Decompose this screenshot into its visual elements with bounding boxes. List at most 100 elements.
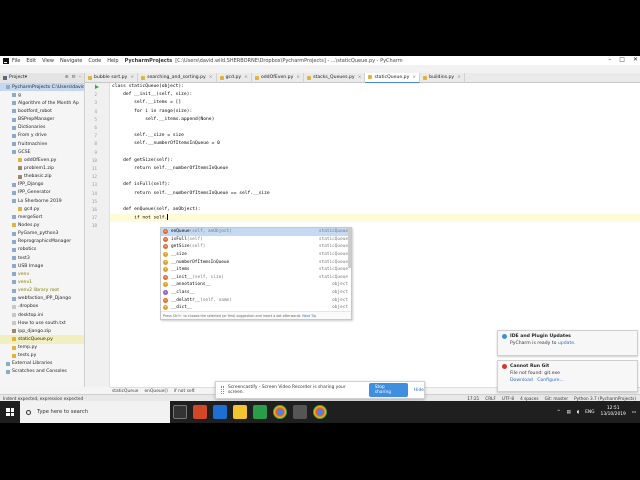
tree-file[interactable]: thebasic.zip (0, 173, 84, 181)
volume-icon[interactable]: ◖ (577, 410, 579, 415)
tree-folder[interactable]: External Libraries (0, 360, 84, 368)
update-link[interactable]: update. (558, 341, 576, 346)
tree-folder[interactable]: webfaction_IPP_Django (0, 295, 84, 303)
tree-file[interactable]: gcd.py (0, 205, 84, 213)
start-button[interactable] (0, 401, 20, 423)
close-tab-icon[interactable]: × (209, 75, 213, 80)
status-widget[interactable]: 4 spaces (520, 396, 538, 401)
status-widget[interactable]: 17:21 (467, 396, 479, 401)
tree-folder[interactable]: robotics (0, 246, 84, 254)
chrome-icon[interactable] (273, 405, 287, 419)
autocomplete-item[interactable]: m getSize (self) staticQueue (161, 243, 351, 251)
status-widget[interactable]: Git: master (545, 396, 569, 401)
tree-file[interactable]: staticQueue.py (0, 335, 84, 344)
tree-folder[interactable]: fruitmachine (0, 140, 84, 148)
run-gutter-icon[interactable] (95, 85, 99, 89)
autocomplete-item[interactable]: p __class__ object (161, 289, 351, 297)
status-widget[interactable]: CRLF (485, 396, 496, 401)
chevron-down-icon[interactable]: ▾ (25, 75, 27, 80)
menu-view[interactable]: View (42, 58, 54, 64)
tree-file[interactable]: Nodes.py (0, 221, 84, 229)
breadcrumb-item[interactable]: if not self. (174, 389, 196, 394)
hide-button[interactable]: Hide (414, 388, 424, 393)
chrome-icon[interactable] (313, 405, 327, 419)
drag-handle-icon[interactable] (221, 386, 224, 394)
project-tool-tab[interactable]: Project ▾ ⊕ ⚙ – (0, 72, 85, 83)
minimize-icon[interactable]: – (608, 56, 611, 63)
tree-folder[interactable]: bootford_robot (0, 107, 84, 115)
autocomplete-item[interactable]: f __size staticQueue (161, 251, 351, 259)
close-icon[interactable]: ✕ (633, 56, 638, 63)
tree-folder[interactable]: USB Image (0, 262, 84, 270)
tree-folder[interactable]: BSPrepManager (0, 116, 84, 124)
editor-tab[interactable]: gcd.py × (217, 72, 252, 83)
close-tab-icon[interactable]: × (244, 75, 248, 80)
tree-file[interactable]: temp.py (0, 344, 84, 352)
maximize-icon[interactable]: □ (619, 56, 625, 63)
pycharm-taskbar-icon[interactable] (253, 405, 267, 419)
editor-tab[interactable]: buildins.py × (420, 72, 465, 83)
autocomplete-item[interactable]: f __items staticQueue (161, 266, 351, 274)
file-explorer-icon[interactable] (233, 405, 247, 419)
notification-updates[interactable]: IDE and Plugin Updates PyCharm is ready … (497, 330, 638, 356)
autocomplete-item[interactable]: f __annotations__ object (161, 281, 351, 289)
tree-folder[interactable]: ReprographicsManager (0, 238, 84, 246)
editor-tab[interactable]: bubble sort.py × (85, 72, 139, 83)
tree-folder[interactable]: From y drive (0, 132, 84, 140)
menu-help[interactable]: Help (107, 58, 118, 64)
configure-link[interactable]: Configure... (537, 378, 564, 383)
tree-file[interactable]: .dropbox (0, 303, 84, 311)
status-widget[interactable]: UTF-8 (502, 396, 514, 401)
close-tab-icon[interactable]: × (358, 75, 362, 80)
tree-folder[interactable]: test3 (0, 254, 84, 262)
tree-folder[interactable]: venv1 (0, 278, 84, 286)
close-tab-icon[interactable]: × (457, 75, 461, 80)
gear-icon[interactable]: ⚙ (72, 75, 76, 80)
autocomplete-item[interactable]: m enQueue (self, anObject) staticQueue (161, 228, 351, 236)
autocomplete-scrollbar[interactable] (348, 228, 351, 268)
autocomplete-item[interactable]: m isFull (self) staticQueue (161, 236, 351, 244)
taskbar-search[interactable]: Type here to search (20, 401, 170, 423)
app-icon[interactable] (293, 405, 307, 419)
editor-tab[interactable]: searching_and_sorting.py × (138, 72, 217, 83)
breadcrumb-item[interactable]: enQueue() (144, 389, 167, 394)
clock[interactable]: 12:51 13/10/2019 (601, 406, 626, 418)
tree-folder[interactable]: PyGame_python3 (0, 230, 84, 238)
notifications-icon[interactable]: ▭ (632, 410, 636, 415)
language-indicator[interactable]: ENG (585, 410, 594, 415)
hide-panel-icon[interactable]: – (79, 75, 81, 80)
close-tab-icon[interactable]: × (130, 75, 134, 80)
menu-navigate[interactable]: Navigate (60, 58, 82, 64)
menu-edit[interactable]: Edit (26, 58, 36, 64)
tree-folder[interactable]: Lo Sherborne 2019 (0, 197, 84, 205)
menu-file[interactable]: File (12, 58, 20, 64)
tree-file[interactable]: desktop.ini (0, 311, 84, 319)
chevron-up-icon[interactable]: ^ (557, 410, 561, 415)
tree-folder[interactable]: Algorithm of the Month Ap (0, 99, 84, 107)
network-icon[interactable]: ▤ (567, 410, 571, 415)
tree-folder[interactable]: g (0, 91, 84, 99)
dropbox-icon[interactable] (213, 405, 227, 419)
tree-folder[interactable]: Dictionaries (0, 124, 84, 132)
tree-file[interactable]: oddOfEven.py (0, 156, 84, 164)
notification-git[interactable]: Cannot Run Git File not found: git.exe D… (497, 360, 638, 392)
editor-tab[interactable]: staticQueue.py × (365, 72, 421, 83)
menu-code[interactable]: Code (88, 58, 101, 64)
tree-file[interactable]: tests.py (0, 352, 84, 360)
tree-file[interactable]: problem1.zip (0, 164, 84, 172)
download-link[interactable]: Download (510, 378, 533, 383)
target-icon[interactable]: ⊕ (65, 75, 69, 80)
tree-folder[interactable]: mergeSort (0, 213, 84, 221)
autocomplete-item[interactable]: f __numberOfItemsInQueue staticQueue (161, 258, 351, 266)
editor-tab[interactable]: oddOfEven.py × (252, 72, 305, 83)
stop-sharing-button[interactable]: Stop sharing (368, 383, 408, 397)
tree-folder[interactable]: venv2 library root (0, 287, 84, 295)
tree-file[interactable]: How to use south.txt (0, 319, 84, 327)
autocomplete-item[interactable]: m __init__ (self, size) staticQueue (161, 274, 351, 282)
close-tab-icon[interactable]: × (412, 75, 416, 80)
tree-folder[interactable]: IPP_Django (0, 181, 84, 189)
powerpoint-icon[interactable] (193, 405, 207, 419)
tree-folder[interactable]: Scratches and Consoles (0, 368, 84, 376)
tree-file[interactable]: ipp_django.zip (0, 327, 84, 335)
tree-folder[interactable]: venv (0, 270, 84, 278)
